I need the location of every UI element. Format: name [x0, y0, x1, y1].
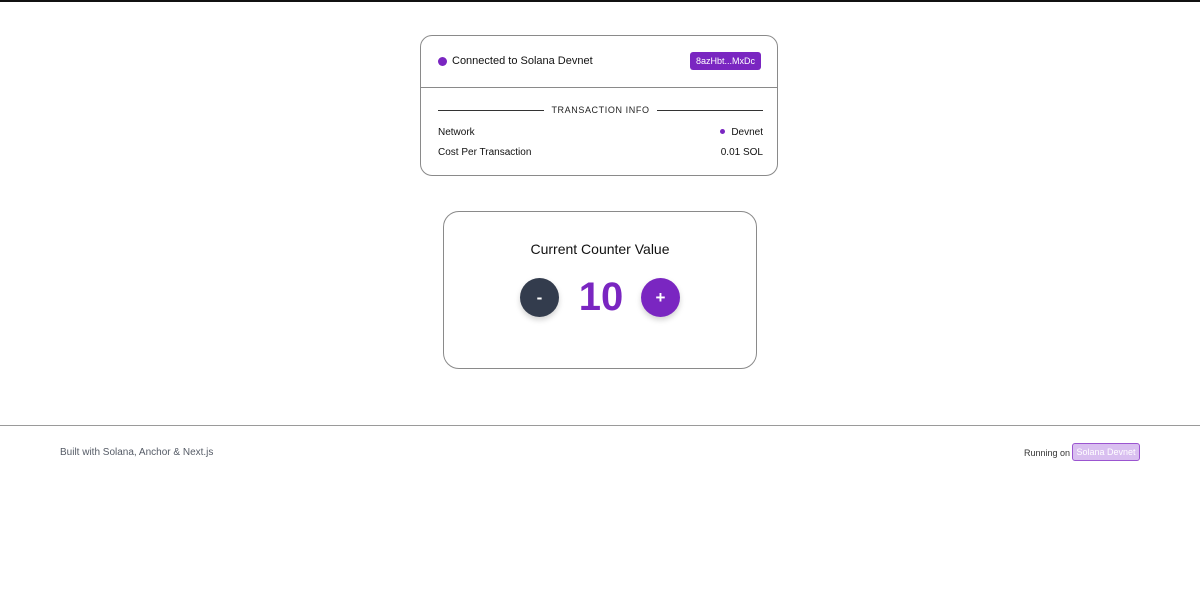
- network-value-text: Devnet: [731, 127, 763, 138]
- status-dot-icon: [438, 57, 447, 66]
- connection-header: Connected to Solana Devnet 8azHbt...MxDc: [421, 36, 777, 88]
- counter-card: Current Counter Value - 10 +: [443, 211, 757, 369]
- counter-title: Current Counter Value: [530, 241, 670, 257]
- increment-button[interactable]: +: [641, 278, 680, 317]
- network-dot-icon: [720, 128, 726, 134]
- decrement-button[interactable]: -: [520, 278, 559, 317]
- cost-label: Cost Per Transaction: [438, 147, 532, 158]
- network-value: Devnet: [720, 126, 763, 140]
- network-row: Network Devnet: [438, 126, 763, 140]
- footer-divider: [0, 425, 1200, 426]
- divider-line: [657, 110, 763, 111]
- wallet-address-button[interactable]: 8azHbt...MxDc: [689, 52, 761, 70]
- cost-value: 0.01 SOL: [720, 147, 763, 158]
- cost-row: Cost Per Transaction 0.01 SOL: [438, 146, 763, 160]
- network-badge: Solana Devnet: [1072, 443, 1140, 461]
- footer-running-on-label: Running on: [1024, 448, 1071, 458]
- top-border: [0, 0, 1200, 2]
- connection-status-text: Connected to Solana Devnet: [452, 55, 593, 67]
- transaction-info-heading: TRANSACTION INFO: [438, 103, 763, 117]
- counter-value: 10: [578, 275, 624, 319]
- network-label: Network: [438, 127, 475, 138]
- footer-built-with: Built with Solana, Anchor & Next.js: [60, 447, 214, 458]
- connection-info-card: Connected to Solana Devnet 8azHbt...MxDc…: [420, 35, 778, 176]
